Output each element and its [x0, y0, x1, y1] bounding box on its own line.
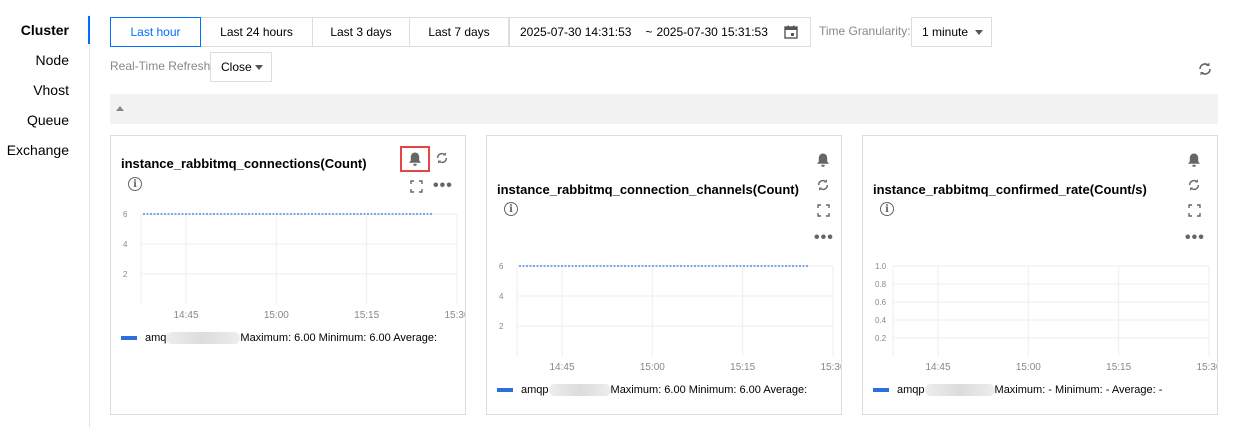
bell-icon[interactable]: [816, 152, 830, 173]
more-icon[interactable]: •••: [433, 178, 453, 194]
y-tick-label: 1.0: [875, 262, 887, 271]
x-tick-label: 14:45: [549, 362, 574, 373]
x-tick-label: 14:45: [925, 362, 950, 373]
x-tick-label: 15:00: [264, 310, 289, 321]
y-tick-label: 0.2: [875, 334, 887, 343]
x-tick-label: 15:15: [354, 310, 379, 321]
chart-legend: amq Maximum: 6.00 Minimum: 6.00 Average:: [121, 332, 437, 344]
date-start: 2025-07-30 14:31:53: [520, 25, 632, 39]
y-tick-label: 6: [123, 210, 128, 219]
sidebar-item-queue[interactable]: Queue: [27, 112, 69, 128]
refresh-icon[interactable]: [1187, 178, 1201, 197]
chart-card-confirmed-rate: instance_rabbitmq_confirmed_rate(Count/s…: [862, 135, 1218, 415]
info-icon[interactable]: i: [880, 202, 894, 216]
y-tick-label: 4: [499, 292, 504, 301]
collapse-up-icon: [116, 106, 124, 111]
realtime-refresh-select[interactable]: Close: [210, 52, 272, 82]
legend-instance-prefix: amqp: [897, 384, 925, 396]
chart-card-connection-channels: instance_rabbitmq_connection_channels(Co…: [486, 135, 842, 415]
range-last-24-hours-button[interactable]: Last 24 hours: [200, 17, 313, 47]
range-last-7-days-button[interactable]: Last 7 days: [409, 17, 509, 47]
chart-plot: 6 4 2 14:45 15:00 15:15 15:30: [123, 210, 465, 321]
chart-title: instance_rabbitmq_confirmed_rate(Count/s…: [873, 182, 1147, 197]
sidebar: Cluster Node Vhost Queue Exchange: [0, 14, 90, 427]
bell-icon[interactable]: [1187, 152, 1201, 173]
chart-plot: 1.0 0.8 0.6 0.4 0.2 14:45 15:00 15:15 15:30: [875, 262, 1217, 373]
fullscreen-icon[interactable]: [817, 204, 830, 222]
redacted-instance-id: [924, 384, 995, 396]
legend-stats: Maximum: 6.00 Minimum: 6.00 Average:: [240, 332, 438, 344]
y-tick-label: 0.8: [875, 280, 887, 289]
sidebar-item-vhost[interactable]: Vhost: [33, 82, 69, 98]
collapse-bar[interactable]: [110, 94, 1218, 124]
chevron-down-icon: [975, 30, 983, 35]
date-range-picker[interactable]: 2025-07-30 14:31:53 ~ 2025-07-30 15:31:5…: [509, 17, 811, 47]
legend-instance-prefix: amq: [145, 332, 167, 344]
granularity-value: 1 minute: [922, 25, 969, 39]
chart-legend: amqp Maximum: 6.00 Minimum: 6.00 Average…: [497, 384, 807, 396]
x-tick-label: 14:45: [173, 310, 198, 321]
refresh-icon[interactable]: [1197, 61, 1213, 82]
bell-icon[interactable]: [408, 151, 422, 172]
chart-title: instance_rabbitmq_connection_channels(Co…: [497, 182, 799, 197]
x-tick-label: 15:00: [1016, 362, 1041, 373]
chart-plot: 6 4 2 14:45 15:00 15:15 15:30: [499, 262, 841, 373]
legend-stats: Maximum: - Minimum: - Average: -: [994, 384, 1163, 396]
legend-swatch: [121, 336, 137, 340]
refresh-icon[interactable]: [816, 178, 830, 197]
sidebar-item-node[interactable]: Node: [36, 52, 69, 68]
x-tick-label: 15:30: [820, 362, 841, 373]
granularity-label: Time Granularity:: [819, 24, 911, 38]
more-icon[interactable]: •••: [1185, 230, 1205, 246]
y-tick-label: 2: [123, 270, 128, 279]
x-tick-label: 15:30: [444, 310, 465, 321]
date-end: 2025-07-30 15:31:53: [656, 25, 768, 39]
y-tick-label: 4: [123, 240, 128, 249]
y-tick-label: 2: [499, 322, 504, 331]
time-range-group: Last hour Last 24 hours Last 3 days Last…: [110, 17, 509, 47]
sidebar-item-cluster[interactable]: Cluster: [21, 22, 69, 38]
realtime-refresh-label: Real-Time Refresh:: [110, 59, 214, 73]
legend-swatch: [497, 388, 513, 392]
fullscreen-icon[interactable]: [1188, 204, 1201, 222]
y-tick-label: 6: [499, 262, 504, 271]
range-last-3-days-button[interactable]: Last 3 days: [312, 17, 410, 47]
fullscreen-icon[interactable]: [410, 180, 423, 198]
legend-stats: Maximum: 6.00 Minimum: 6.00 Average:: [610, 384, 808, 396]
x-tick-label: 15:15: [730, 362, 755, 373]
info-icon[interactable]: i: [128, 177, 142, 191]
x-tick-label: 15:30: [1196, 362, 1217, 373]
x-tick-label: 15:15: [1106, 362, 1131, 373]
chart-card-connections: instance_rabbitmq_connections(Count) i •…: [110, 135, 466, 415]
x-tick-label: 15:00: [640, 362, 665, 373]
chart-title: instance_rabbitmq_connections(Count): [121, 156, 367, 171]
y-tick-label: 0.6: [875, 298, 887, 307]
calendar-icon[interactable]: [784, 25, 798, 42]
granularity-select[interactable]: 1 minute: [911, 17, 992, 47]
info-icon[interactable]: i: [504, 202, 518, 216]
redacted-instance-id: [166, 332, 241, 344]
date-separator: ~: [645, 25, 653, 39]
sidebar-item-exchange[interactable]: Exchange: [7, 142, 69, 158]
chart-legend: amqp Maximum: - Minimum: - Average: -: [873, 384, 1162, 396]
legend-instance-prefix: amqp: [521, 384, 549, 396]
range-last-hour-button[interactable]: Last hour: [110, 17, 201, 47]
y-tick-label: 0.4: [875, 316, 887, 325]
legend-swatch: [873, 388, 889, 392]
redacted-instance-id: [548, 384, 611, 396]
refresh-icon[interactable]: [435, 151, 449, 170]
refresh-value: Close: [221, 60, 252, 74]
chevron-down-icon: [255, 65, 263, 70]
more-icon[interactable]: •••: [814, 230, 834, 246]
sidebar-active-indicator: [88, 16, 90, 44]
